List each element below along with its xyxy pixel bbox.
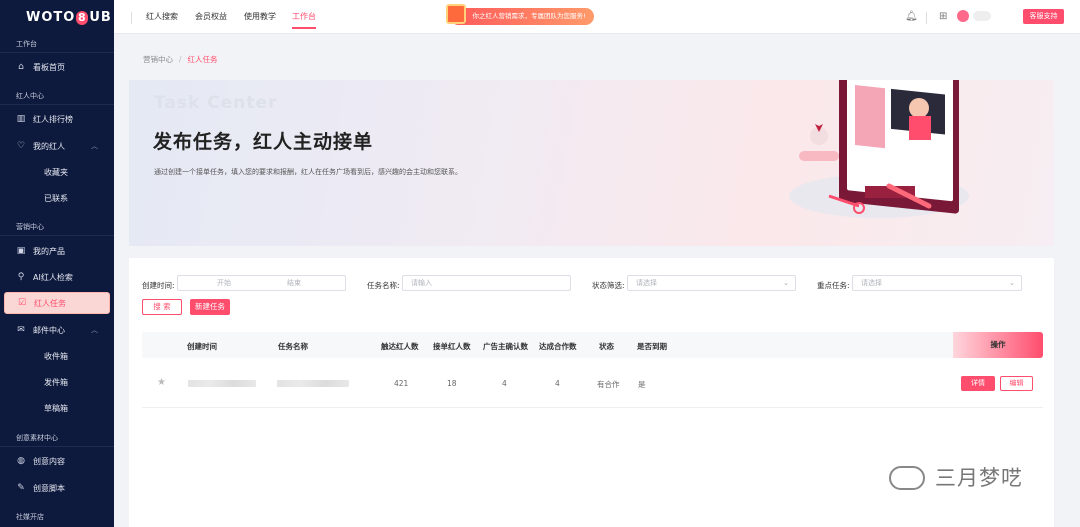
- chevron-down-icon: ⌄: [1009, 279, 1015, 287]
- heart-icon: ♡: [16, 141, 26, 151]
- table-header: 创建时间 任务名称 触达红人数 接单红人数 广告主确认数 达成合作数 状态 是否…: [142, 332, 1043, 358]
- sidebar-item-drafts[interactable]: 草稿箱: [0, 397, 114, 419]
- chevron-up-icon: ︿: [91, 326, 98, 334]
- section-influencer: 红人中心: [16, 92, 44, 100]
- end-date-placeholder: 结束: [287, 279, 301, 287]
- divider: [0, 104, 114, 105]
- chevron-down-icon: ⌄: [783, 279, 789, 287]
- nav-tutorial[interactable]: 使用教学: [244, 11, 276, 22]
- support-button[interactable]: 客服支持: [1023, 9, 1064, 24]
- divider: [0, 235, 114, 236]
- bar-chart-icon: ▥: [16, 114, 26, 124]
- col-expired: 是否到期: [637, 342, 667, 351]
- col-accept: 接单红人数: [433, 342, 471, 351]
- created-time-cell: [188, 380, 256, 387]
- key-task-select[interactable]: 请选择 ⌄: [852, 275, 1022, 291]
- edit-button[interactable]: 编辑: [1000, 376, 1033, 391]
- section-workbench: 工作台: [16, 40, 37, 48]
- sidebar-item-products[interactable]: ▣ 我的产品: [0, 240, 114, 262]
- pen-icon: ✎: [17, 483, 25, 493]
- home-icon: ⌂: [18, 62, 24, 72]
- key-task-label: 重点任务:: [817, 281, 850, 290]
- col-created: 创建时间: [187, 342, 217, 351]
- top-navbar: 红人搜索 会员权益 使用教学 工作台 你之红人营销需求，专属团队为您服务! 🔔︎…: [114, 0, 1080, 34]
- user-search-icon: ⚲: [17, 272, 25, 282]
- col-name: 任务名称: [278, 342, 308, 351]
- expired-cell: 是: [638, 380, 646, 389]
- breadcrumb-parent[interactable]: 营销中心: [143, 55, 173, 64]
- sidebar-item-ai-search[interactable]: ⚲ AI红人检索: [0, 266, 114, 288]
- created-time-label: 创建时间:: [142, 281, 175, 290]
- app-logo[interactable]: WOTO 8 UB: [26, 10, 112, 25]
- new-task-button[interactable]: 新建任务: [190, 299, 230, 315]
- deal-cell: 4: [555, 379, 560, 388]
- promo-banner[interactable]: 你之红人营销需求，专属团队为您服务!: [446, 4, 594, 25]
- sidebar-item-contacted[interactable]: 已联系: [0, 187, 114, 209]
- nav-membership[interactable]: 会员权益: [195, 11, 227, 22]
- col-actions: 操作: [953, 332, 1043, 358]
- watermark: 三月梦呓: [889, 462, 1023, 492]
- table-row: ★ 421 18 4 4 有合作 是 详情 编辑: [142, 368, 1043, 408]
- mail-icon: ✉: [17, 325, 25, 335]
- col-reach: 触达红人数: [381, 342, 419, 351]
- sidebar-item-dashboard[interactable]: ⌂ 看板首页: [0, 56, 114, 78]
- sidebar: WOTO 8 UB 工作台 ⌂ 看板首页 红人中心 ▥ 红人排行榜 ♡ 我的红人 ︿ 收藏夹…: [0, 0, 114, 527]
- search-button[interactable]: 搜 索: [142, 299, 182, 315]
- star-icon[interactable]: ★: [157, 377, 166, 388]
- banner-en-title: Task Center: [154, 93, 278, 113]
- section-creative: 创意素材中心: [16, 434, 58, 442]
- sidebar-item-creative-script[interactable]: ✎ 创意脚本: [0, 477, 114, 499]
- wechat-icon: [889, 466, 925, 490]
- col-confirm: 广告主确认数: [483, 342, 528, 351]
- sidebar-item-outbox[interactable]: 发件箱: [0, 371, 114, 393]
- status-cell: 有合作: [597, 380, 620, 389]
- breadcrumb-current: 红人任务: [187, 55, 218, 64]
- divider: [0, 52, 114, 53]
- task-name-label: 任务名称:: [367, 281, 400, 290]
- divider: [131, 12, 132, 24]
- section-marketing: 营销中心: [16, 223, 44, 231]
- task-name-cell: [277, 380, 349, 387]
- breadcrumb: 营销中心 / 红人任务: [143, 55, 218, 64]
- sidebar-item-ranking[interactable]: ▥ 红人排行榜: [0, 108, 114, 130]
- detail-button[interactable]: 详情: [961, 376, 995, 391]
- task-name-input[interactable]: 请输入: [402, 275, 571, 291]
- status-select[interactable]: 请选择 ⌄: [627, 275, 796, 291]
- reach-cell: 421: [394, 379, 409, 388]
- accept-cell: 18: [447, 379, 457, 388]
- grid-icon[interactable]: ⊞: [939, 11, 947, 22]
- divider: [0, 446, 114, 447]
- divider: [926, 12, 927, 24]
- palette-icon: ◍: [17, 456, 25, 466]
- banner-description: 通过创建一个接单任务，填入您的要求和报酬，红人在任务广场看到后，感兴趣的会主动和…: [154, 168, 462, 176]
- avatar[interactable]: [957, 10, 969, 22]
- bell-icon[interactable]: 🔔︎: [905, 11, 918, 22]
- sidebar-item-inbox[interactable]: 收件箱: [0, 345, 114, 367]
- nav-influencer-search[interactable]: 红人搜索: [146, 11, 178, 22]
- sidebar-item-favorites[interactable]: 收藏夹: [0, 161, 114, 183]
- banner-illustration: [789, 80, 969, 218]
- start-date-placeholder: 开始: [217, 279, 231, 287]
- sidebar-item-tasks[interactable]: ☑ 红人任务: [4, 292, 110, 314]
- confirm-cell: 4: [502, 379, 507, 388]
- gift-icon: [446, 4, 466, 24]
- col-status: 状态: [599, 342, 614, 351]
- sidebar-item-my-influencers[interactable]: ♡ 我的红人 ︿: [0, 135, 114, 157]
- banner-title: 发布任务，红人主动接单: [153, 131, 374, 153]
- col-deal: 达成合作数: [539, 342, 577, 351]
- checklist-icon: ☑: [17, 298, 27, 308]
- nav-workbench[interactable]: 工作台: [292, 11, 316, 29]
- chevron-up-icon: ︿: [91, 142, 98, 150]
- sidebar-item-creative-content[interactable]: ◍ 创意内容: [0, 450, 114, 472]
- status-filter-label: 状态筛选:: [592, 281, 625, 290]
- section-social-shop: 社媒开店: [16, 513, 44, 521]
- user-toggle[interactable]: [973, 11, 991, 21]
- bag-icon: ▣: [16, 246, 26, 256]
- date-range-input[interactable]: 开始 结束: [177, 275, 346, 291]
- task-center-banner: Task Center 发布任务，红人主动接单 通过创建一个接单任务，填入您的要…: [129, 80, 1054, 246]
- sidebar-item-mail[interactable]: ✉ 邮件中心 ︿: [0, 319, 114, 341]
